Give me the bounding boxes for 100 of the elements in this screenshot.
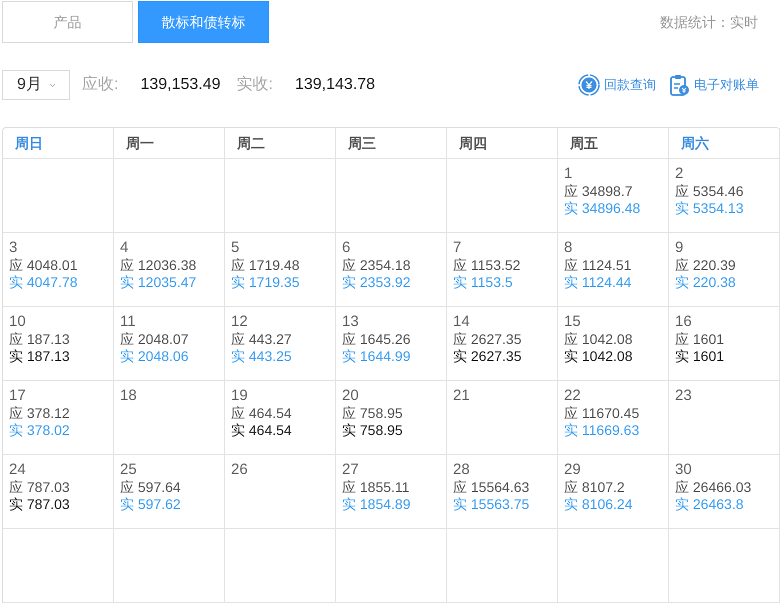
- day-number: 17: [9, 387, 26, 405]
- day-number: 9: [675, 239, 684, 257]
- paid-amount: 实 464.54: [231, 422, 292, 439]
- day-number: 27: [342, 461, 359, 479]
- day-number: 4: [120, 239, 128, 257]
- due-amount: 应 758.95: [342, 405, 403, 422]
- yuan-coin-icon: [578, 74, 600, 96]
- day-number: 1: [564, 165, 572, 183]
- paid-amount: 实 5354.13: [675, 200, 744, 217]
- day-number: 24: [9, 461, 26, 479]
- due-amount: 应 5354.46: [675, 183, 744, 200]
- due-amount: 应 15564.63: [453, 479, 530, 496]
- summary-label: 应收:: [82, 74, 118, 95]
- tab[interactable]: 散标和债转标: [138, 1, 269, 43]
- tab[interactable]: 产品: [2, 1, 133, 43]
- day-number: 7: [453, 239, 462, 257]
- due-amount: 应 34898.7: [564, 183, 632, 200]
- paid-amount: 实 2353.92: [342, 274, 410, 291]
- due-amount: 应 220.39: [675, 257, 736, 274]
- paid-amount: 实 2627.35: [453, 348, 522, 365]
- day-number: 26: [231, 461, 248, 479]
- due-amount: 应 187.13: [9, 331, 70, 348]
- month-select[interactable]: 9月: [2, 70, 70, 100]
- due-amount: 应 378.12: [9, 405, 70, 422]
- paid-amount: 实 187.13: [9, 348, 70, 365]
- weekday-header: 周日: [15, 134, 43, 152]
- weekday-header: 周六: [681, 134, 709, 152]
- action-link[interactable]: 电子对账单: [670, 74, 759, 96]
- day-number: 29: [564, 461, 581, 479]
- day-number: 23: [675, 387, 692, 405]
- chevron-down-icon: [50, 82, 55, 88]
- day-number: 6: [342, 239, 350, 257]
- paid-amount: 实 4047.78: [9, 274, 78, 291]
- paid-amount: 实 1601: [675, 348, 724, 365]
- summary-value: 139,143.78: [294, 75, 376, 95]
- day-number: 30: [675, 461, 692, 479]
- due-amount: 应 8107.2: [564, 479, 625, 496]
- day-number: 14: [453, 313, 470, 331]
- paid-amount: 实 787.03: [9, 496, 70, 513]
- paid-amount: 实 34896.48: [564, 200, 640, 217]
- day-number: 18: [120, 387, 137, 405]
- day-number: 5: [231, 239, 240, 257]
- weekday-header: 周四: [459, 134, 487, 152]
- due-amount: 应 1124.51: [564, 257, 632, 274]
- clipboard-yuan-icon: [670, 74, 690, 96]
- day-number: 22: [564, 387, 581, 405]
- due-amount: 应 443.27: [231, 331, 292, 348]
- paid-amount: 实 1153.5: [453, 274, 513, 291]
- paid-amount: 实 12035.47: [120, 274, 196, 291]
- paid-amount: 实 8106.24: [564, 496, 632, 513]
- paid-amount: 实 758.95: [342, 422, 403, 439]
- due-amount: 应 4048.01: [9, 257, 78, 274]
- due-amount: 应 1855.11: [342, 479, 410, 496]
- paid-amount: 实 26463.8: [675, 496, 744, 513]
- due-amount: 应 12036.38: [120, 257, 196, 274]
- action-link[interactable]: 回款查询: [578, 74, 656, 96]
- day-number: 19: [231, 387, 248, 405]
- day-number: 10: [9, 313, 26, 331]
- due-amount: 应 2627.35: [453, 331, 522, 348]
- due-amount: 应 787.03: [9, 479, 70, 496]
- paid-amount: 实 443.25: [231, 348, 292, 365]
- due-amount: 应 464.54: [231, 405, 292, 422]
- day-number: 13: [342, 313, 359, 331]
- paid-amount: 实 1042.08: [564, 348, 632, 365]
- day-number: 12: [231, 313, 248, 331]
- day-number: 28: [453, 461, 470, 479]
- due-amount: 应 1153.52: [453, 257, 520, 274]
- stats-note: 数据统计：实时: [660, 12, 758, 32]
- paid-amount: 实 1854.89: [342, 496, 410, 513]
- due-amount: 应 26466.03: [675, 479, 752, 496]
- paid-amount: 实 220.38: [675, 274, 736, 291]
- weekday-header: 周五: [570, 134, 598, 152]
- due-amount: 应 2048.07: [120, 331, 188, 348]
- weekday-header: 周二: [237, 134, 265, 152]
- day-number: 16: [675, 313, 692, 331]
- paid-amount: 实 597.62: [120, 496, 181, 513]
- paid-amount: 实 11669.63: [564, 422, 640, 439]
- paid-amount: 实 1644.99: [342, 348, 410, 365]
- day-number: 8: [564, 239, 572, 257]
- day-number: 20: [342, 387, 359, 405]
- day-number: 15: [564, 313, 581, 331]
- weekday-header: 周三: [348, 134, 376, 152]
- day-number: 25: [120, 461, 137, 479]
- day-number: 3: [9, 239, 18, 257]
- day-number: 21: [453, 387, 470, 405]
- weekday-header: 周一: [126, 134, 154, 152]
- due-amount: 应 597.64: [120, 479, 181, 496]
- due-amount: 应 11670.45: [564, 405, 640, 422]
- paid-amount: 实 1719.35: [231, 274, 300, 291]
- due-amount: 应 1601: [675, 331, 724, 348]
- paid-amount: 实 2048.06: [120, 348, 188, 365]
- day-number: 2: [675, 165, 684, 183]
- due-amount: 应 1645.26: [342, 331, 410, 348]
- due-amount: 应 1042.08: [564, 331, 632, 348]
- paid-amount: 实 378.02: [9, 422, 70, 439]
- summary-value: 139,153.49: [140, 75, 221, 95]
- due-amount: 应 1719.48: [231, 257, 300, 274]
- paid-amount: 实 15563.75: [453, 496, 530, 513]
- paid-amount: 实 1124.44: [564, 274, 632, 291]
- day-number: 11: [120, 313, 136, 331]
